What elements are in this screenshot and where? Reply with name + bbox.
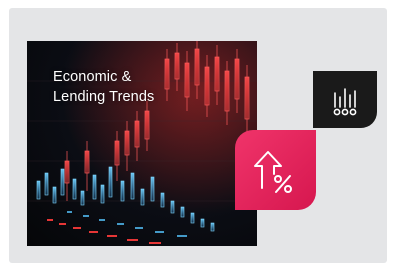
interest-rate-tile (235, 130, 316, 210)
bar-chart-coins-icon (333, 88, 357, 116)
bar-chart-coins-tile (313, 71, 377, 128)
arrow-up-percent-icon (254, 151, 292, 193)
card-title: Economic & Lending Trends (53, 69, 155, 105)
market-chart-photo: Economic & Lending Trends (27, 41, 257, 246)
promo-card-frame[interactable]: Economic & Lending Trends (9, 8, 387, 263)
